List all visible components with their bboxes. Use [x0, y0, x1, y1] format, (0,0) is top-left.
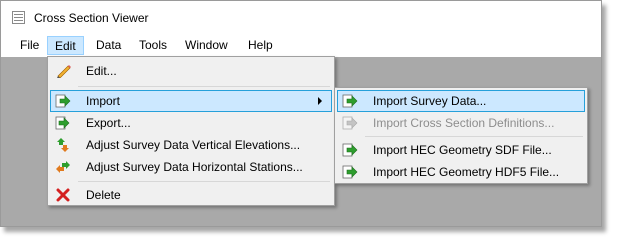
import-submenu-label: Import HEC Geometry HDF5 File...: [373, 165, 560, 179]
menu-separator: [78, 86, 330, 87]
menu-help[interactable]: Help: [241, 36, 280, 55]
import-submenu-item-cross-section-definitions[interactable]: Import Cross Section Definitions...: [337, 112, 585, 134]
menu-edit[interactable]: Edit: [47, 36, 84, 55]
menu-tools[interactable]: Tools: [132, 36, 174, 55]
menu-bar: File Edit Data Tools Window Help: [1, 34, 601, 57]
edit-menu-label: Import: [86, 94, 121, 108]
edit-menu-label: Edit...: [86, 64, 117, 78]
import-submenu-label: Import HEC Geometry SDF File...: [373, 143, 552, 157]
menu-separator: [365, 136, 583, 137]
gray-import-arrow-icon: [342, 116, 358, 130]
app-icon: [12, 11, 25, 24]
edit-menu-item-edit[interactable]: Edit...: [50, 60, 332, 82]
import-submenu-item-hec-sdf[interactable]: Import HEC Geometry SDF File...: [337, 139, 585, 161]
pencil-icon: [57, 65, 71, 78]
green-import-arrow-icon: [55, 94, 71, 108]
import-submenu: Import Survey Data... Import Cross Secti…: [334, 87, 588, 184]
menu-window[interactable]: Window: [178, 36, 235, 55]
submenu-arrow-icon: [318, 97, 322, 105]
import-submenu-label: Import Survey Data...: [373, 94, 487, 108]
title-bar: Cross Section Viewer: [1, 1, 601, 34]
import-submenu-item-survey-data[interactable]: Import Survey Data...: [337, 90, 585, 112]
edit-menu-label: Adjust Survey Data Horizontal Stations..…: [86, 160, 303, 174]
edit-menu-item-adjust-horizontal[interactable]: Adjust Survey Data Horizontal Stations..…: [50, 156, 332, 178]
green-import-arrow-icon: [342, 143, 358, 157]
edit-menu: Edit... Import Export... Adjust Survey D: [47, 56, 335, 206]
edit-menu-label: Delete: [86, 188, 121, 202]
horizontal-adjust-arrows-icon: [56, 161, 70, 173]
edit-menu-item-delete[interactable]: Delete: [50, 184, 332, 206]
edit-menu-item-adjust-vertical[interactable]: Adjust Survey Data Vertical Elevations..…: [50, 134, 332, 156]
window-title: Cross Section Viewer: [34, 11, 149, 25]
red-x-delete-icon: [56, 188, 70, 202]
green-export-arrow-icon: [55, 116, 70, 130]
edit-menu-item-export[interactable]: Export...: [50, 112, 332, 134]
app-window: Cross Section Viewer File Edit Data Tool…: [0, 0, 602, 227]
edit-menu-label: Adjust Survey Data Vertical Elevations..…: [86, 138, 301, 152]
menu-separator: [78, 181, 330, 182]
menu-file[interactable]: File: [13, 36, 46, 55]
green-import-arrow-icon: [342, 94, 358, 108]
import-submenu-item-hec-hdf5[interactable]: Import HEC Geometry HDF5 File...: [337, 161, 585, 183]
green-import-arrow-icon: [342, 165, 358, 179]
menu-data[interactable]: Data: [89, 36, 128, 55]
edit-menu-label: Export...: [86, 116, 131, 130]
import-submenu-label: Import Cross Section Definitions...: [373, 116, 555, 130]
edit-menu-item-import[interactable]: Import: [50, 90, 332, 112]
vertical-adjust-arrows-icon: [57, 138, 69, 152]
